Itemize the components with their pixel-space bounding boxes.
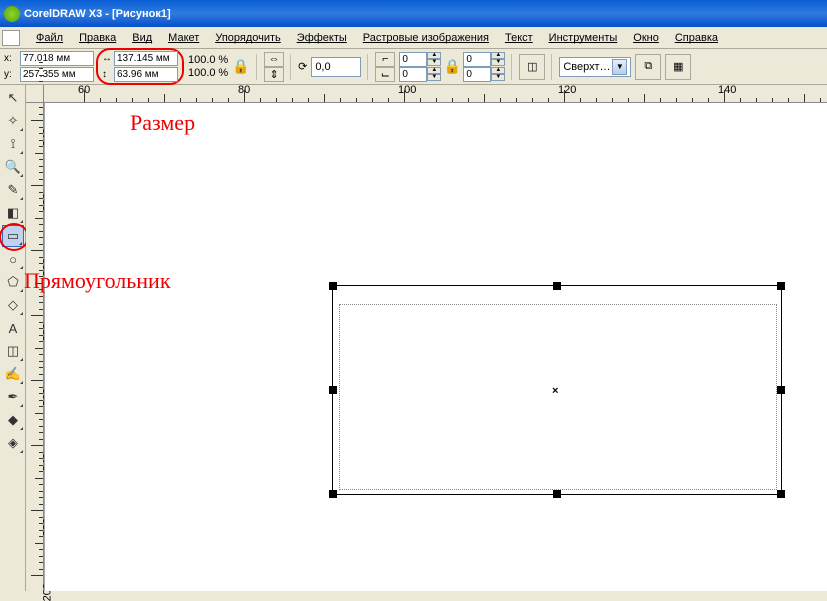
crop-tool[interactable]: ⟟ bbox=[2, 133, 24, 155]
chevron-down-icon: ▼ bbox=[612, 59, 627, 75]
size-group: ↔ ↕ bbox=[96, 48, 184, 85]
height-input[interactable] bbox=[114, 67, 178, 82]
width-input[interactable] bbox=[114, 51, 178, 66]
basicshapes-tool[interactable]: ◇ bbox=[2, 294, 24, 316]
y-label: y: bbox=[4, 69, 18, 80]
handle-bm[interactable] bbox=[553, 490, 561, 498]
menubar: Файл Правка Вид Макет Упорядочить Эффект… bbox=[0, 27, 827, 49]
bounding-box bbox=[339, 304, 777, 490]
ruler-horizontal[interactable]: 6080100120140 bbox=[44, 85, 827, 103]
quality-dropdown[interactable]: Сверхт… ▼ bbox=[559, 57, 631, 77]
shape-tool[interactable]: ✧ bbox=[2, 110, 24, 132]
handle-mr[interactable] bbox=[777, 386, 785, 394]
rectangle-object[interactable]: × bbox=[332, 285, 782, 495]
menu-file[interactable]: Файл bbox=[28, 30, 71, 46]
menu-bitmaps[interactable]: Растровые изображения bbox=[355, 30, 497, 46]
corner-bl[interactable] bbox=[399, 67, 427, 82]
ruler-vertical[interactable]: 200220240260280300320340 bbox=[26, 85, 44, 591]
menu-edit[interactable]: Правка bbox=[71, 30, 124, 46]
handle-tm[interactable] bbox=[553, 282, 561, 290]
app-icon bbox=[4, 6, 20, 22]
menu-layout[interactable]: Макет bbox=[160, 30, 207, 46]
polygon-tool[interactable]: ⬠ bbox=[2, 271, 24, 293]
toolbox: ↖✧⟟🔍✎◧▭○⬠◇A◫✍✒◆◈ bbox=[0, 85, 26, 591]
center-marker[interactable]: × bbox=[552, 385, 558, 397]
corner-tr[interactable] bbox=[463, 52, 491, 67]
rectangle-tool[interactable]: ▭ bbox=[2, 225, 24, 247]
corner-lock-icon[interactable]: 🔒 bbox=[443, 52, 461, 82]
menu-text[interactable]: Текст bbox=[497, 30, 541, 46]
smartfill-tool[interactable]: ◧ bbox=[2, 202, 24, 224]
canvas-area: 6080100120140 × bbox=[44, 85, 827, 591]
separator bbox=[551, 54, 553, 80]
menu-arrange[interactable]: Упорядочить bbox=[207, 30, 288, 46]
handle-tr[interactable] bbox=[777, 282, 785, 290]
window-title: CorelDRAW X3 - [Рисунок1] bbox=[24, 8, 171, 20]
mirror-v-button[interactable]: ⇕ bbox=[264, 67, 284, 82]
ellipse-tool[interactable]: ○ bbox=[2, 248, 24, 270]
options-button[interactable]: ▦ bbox=[665, 54, 691, 80]
separator bbox=[511, 54, 513, 80]
corner-tl[interactable] bbox=[399, 52, 427, 67]
wrap-button[interactable]: ⧉ bbox=[635, 54, 661, 80]
spin-up[interactable]: ▲ bbox=[427, 67, 441, 74]
width-icon: ↔ bbox=[102, 53, 112, 64]
mirror-h-button[interactable]: ⇔ bbox=[264, 52, 284, 67]
handle-tl[interactable] bbox=[329, 282, 337, 290]
handle-ml[interactable] bbox=[329, 386, 337, 394]
new-doc-icon[interactable] bbox=[2, 30, 20, 46]
spin-down[interactable]: ▼ bbox=[491, 74, 505, 81]
x-label: x: bbox=[4, 53, 18, 64]
ruler-corner[interactable] bbox=[26, 85, 44, 103]
handle-br[interactable] bbox=[777, 490, 785, 498]
fill-tool[interactable]: ◆ bbox=[2, 409, 24, 431]
x-input[interactable] bbox=[20, 51, 94, 66]
titlebar: CorelDRAW X3 - [Рисунок1] bbox=[0, 0, 827, 27]
lock-ratio-icon[interactable]: 🔒 bbox=[232, 52, 250, 82]
scale-y[interactable]: 100.0 bbox=[188, 67, 216, 79]
height-icon: ↕ bbox=[102, 69, 112, 80]
to-curves-button[interactable]: ◫ bbox=[519, 54, 545, 80]
menu-help[interactable]: Справка bbox=[667, 30, 726, 46]
menu-view[interactable]: Вид bbox=[124, 30, 160, 46]
property-bar: x: y: ↔ ↕ 100.0 % 100.0 % 🔒 ⇔ ⇕ ⟳ ⌐ ⌙ ▲▼… bbox=[0, 49, 827, 85]
spin-up[interactable]: ▲ bbox=[491, 52, 505, 59]
separator bbox=[256, 54, 258, 80]
canvas[interactable]: × bbox=[44, 103, 827, 591]
position-group: x: y: bbox=[4, 51, 94, 82]
menu-tools[interactable]: Инструменты bbox=[541, 30, 626, 46]
outline-tool[interactable]: ✒ bbox=[2, 386, 24, 408]
eyedropper-tool[interactable]: ✍ bbox=[2, 363, 24, 385]
corner-br[interactable] bbox=[463, 67, 491, 82]
spin-up[interactable]: ▲ bbox=[427, 52, 441, 59]
spin-down[interactable]: ▼ bbox=[427, 59, 441, 66]
scale-x[interactable]: 100.0 bbox=[188, 54, 216, 66]
align-b-button[interactable]: ⌙ bbox=[375, 67, 395, 82]
annotation-rect: Прямоугольник bbox=[24, 268, 171, 294]
annotation-size: Размер bbox=[130, 110, 195, 136]
spin-up[interactable]: ▲ bbox=[491, 67, 505, 74]
quality-label: Сверхт… bbox=[563, 61, 610, 73]
separator bbox=[367, 54, 369, 80]
workspace: ↖✧⟟🔍✎◧▭○⬠◇A◫✍✒◆◈ 20022024026028030032034… bbox=[0, 85, 827, 591]
freehand-tool[interactable]: ✎ bbox=[2, 179, 24, 201]
interactive-fill-tool[interactable]: ◈ bbox=[2, 432, 24, 454]
align-a-button[interactable]: ⌐ bbox=[375, 52, 395, 67]
menu-window[interactable]: Окно bbox=[625, 30, 667, 46]
text-tool[interactable]: A bbox=[2, 317, 24, 339]
y-input[interactable] bbox=[20, 67, 94, 82]
spin-down[interactable]: ▼ bbox=[491, 59, 505, 66]
spin-down[interactable]: ▼ bbox=[427, 74, 441, 81]
corner-group: ▲▼ ▲▼ 🔒 ▲▼ ▲▼ bbox=[399, 52, 505, 82]
rotation-input[interactable] bbox=[311, 57, 361, 77]
scale-percent-group: 100.0 % 100.0 % bbox=[188, 54, 228, 79]
separator bbox=[290, 54, 292, 80]
pick-tool[interactable]: ↖ bbox=[2, 87, 24, 109]
zoom-tool[interactable]: 🔍 bbox=[2, 156, 24, 178]
menu-effects[interactable]: Эффекты bbox=[289, 30, 355, 46]
handle-bl[interactable] bbox=[329, 490, 337, 498]
rotate-icon: ⟳ bbox=[298, 60, 307, 73]
blend-tool[interactable]: ◫ bbox=[2, 340, 24, 362]
